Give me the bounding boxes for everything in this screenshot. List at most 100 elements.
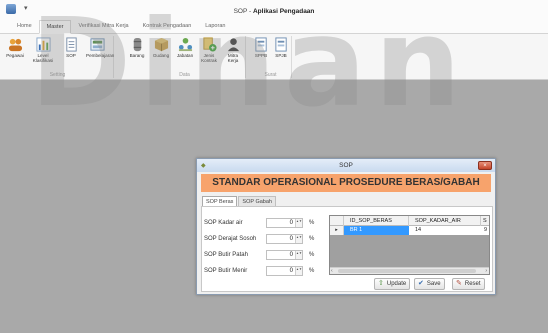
derajat-sosoh-value: 0 — [289, 236, 293, 242]
mitra-kerja-button[interactable]: Mitra Kerja — [222, 37, 244, 63]
sop-beras-panel: SOP Kadar air 0 ▲▼ % SOP Derajat Sosoh 0… — [201, 206, 493, 292]
bar-chart-icon — [35, 37, 51, 52]
setting-group-label: Setting — [49, 72, 66, 78]
derajat-sosoh-unit: % — [309, 236, 315, 242]
level-klasifikasi-label: Level Klasifikasi — [32, 53, 54, 63]
sppb-label: SPPB — [254, 53, 268, 58]
ribbon: Pegawai Level Klasifikasi SOP Pembelajar… — [0, 34, 548, 80]
window-title-app: Aplikasi Pengadaan — [252, 8, 315, 15]
save-button[interactable]: ✔ Save — [414, 278, 445, 290]
tab-home[interactable]: Home — [10, 20, 39, 34]
pegawai-label: Pegawai — [6, 53, 24, 58]
ribbon-group-setting: Pegawai Level Klasifikasi SOP Pembelajar… — [2, 36, 114, 78]
gudang-label: Gudang — [152, 53, 170, 58]
sop-button[interactable]: SOP — [60, 37, 82, 58]
tab-verifikasi-mitra-kerja[interactable]: Verifikasi Mitra Kerja — [71, 20, 135, 34]
surat-group-label: Surat — [264, 72, 277, 78]
kadar-air-stepper[interactable]: 0 ▲▼ — [266, 218, 303, 228]
tab-master[interactable]: Master — [38, 20, 72, 34]
window-title-prefix: SOP - — [233, 8, 253, 15]
sop-beras-grid[interactable]: ID_SOP_BERAS SOP_KADAR_AIR S ▸ BR 1 14 9… — [329, 215, 490, 275]
document-icon — [65, 37, 77, 52]
tab-kontrak-pengadaan[interactable]: Kontrak Pengadaan — [136, 20, 199, 34]
reset-icon: ✎ — [456, 280, 462, 287]
butir-patah-stepper[interactable]: 0 ▲▼ — [266, 250, 303, 260]
kadar-air-unit: % — [309, 220, 315, 226]
ribbon-group-surat: SPPB SPJB Surat — [250, 36, 292, 78]
level-klasifikasi-button[interactable]: Level Klasifikasi — [32, 37, 54, 63]
data-group-label: Data — [179, 72, 190, 78]
scroll-thumb[interactable] — [338, 269, 476, 273]
cell-truncated[interactable]: 9 — [481, 226, 489, 235]
spin-arrows-icon[interactable]: ▲▼ — [295, 251, 302, 259]
butir-patah-value: 0 — [289, 252, 293, 258]
spin-arrows-icon[interactable]: ▲▼ — [295, 235, 302, 243]
spjb-button[interactable]: SPJB — [270, 37, 292, 58]
form-icon — [274, 37, 287, 52]
pegawai-button[interactable]: Pegawai — [4, 37, 26, 58]
person-icon — [227, 38, 239, 52]
column-header-id-sop-beras[interactable]: ID_SOP_BERAS — [344, 216, 409, 226]
scroll-right-icon[interactable]: › — [485, 268, 487, 274]
butir-menir-value: 0 — [289, 268, 293, 274]
form-icon — [254, 37, 267, 52]
hierarchy-icon — [178, 37, 192, 52]
kadar-air-label: SOP Kadar air — [204, 220, 243, 226]
scroll-left-icon[interactable]: ‹ — [331, 268, 333, 274]
reset-label: Reset — [464, 281, 481, 287]
cell-sop-kadar-air[interactable]: 14 — [409, 226, 481, 235]
cell-id-sop-beras[interactable]: BR 1 — [344, 226, 409, 235]
spin-arrows-icon[interactable]: ▲▼ — [295, 267, 302, 275]
horizontal-scrollbar[interactable]: ‹ › — [330, 267, 489, 274]
pembelajaran-button[interactable]: Pembelajaran — [86, 37, 114, 58]
column-header-sop-kadar-air[interactable]: SOP_KADAR_AIR — [409, 216, 481, 226]
grid-header: ID_SOP_BERAS SOP_KADAR_AIR S — [330, 216, 489, 226]
update-button[interactable]: ⇧ Update — [374, 278, 411, 290]
users-icon — [8, 38, 22, 52]
jenis-kontrak-label: Jenis Kontrak — [201, 53, 217, 63]
kadar-air-row: SOP Kadar air 0 ▲▼ % — [204, 218, 320, 229]
window-title: SOP - Aplikasi Pengadaan — [0, 8, 548, 15]
warehouse-box-icon — [154, 37, 168, 52]
butir-menir-label: SOP Butir Menir — [204, 268, 248, 274]
butir-menir-unit: % — [309, 268, 315, 274]
ribbon-group-data: Barang Gudang Jabatan Jenis Kontrak Mitr… — [124, 36, 246, 78]
column-header-truncated[interactable]: S — [481, 216, 489, 226]
row-indicator-icon[interactable]: ▸ — [330, 226, 344, 235]
table-icon — [89, 38, 105, 51]
title-bar: ▾ SOP - Aplikasi Pengadaan — [0, 0, 548, 20]
mitra-kerja-label: Mitra Kerja — [227, 53, 239, 63]
barrel-icon — [133, 37, 141, 52]
dialog-title: SOP — [339, 162, 353, 169]
butir-patah-row: SOP Butir Patah 0 ▲▼ % — [204, 250, 320, 261]
close-button[interactable]: × — [478, 161, 492, 170]
save-label: Save — [426, 281, 441, 287]
sop-dialog: ◆ SOP × STANDAR OPERASIONAL PROSEDURE BE… — [196, 158, 496, 295]
dialog-title-bar[interactable]: ◆ SOP × — [197, 159, 495, 172]
tab-laporan[interactable]: Laporan — [198, 20, 232, 34]
sop-banner: STANDAR OPERASIONAL PROSEDURE BERAS/GABA… — [201, 174, 491, 192]
reset-button[interactable]: ✎ Reset — [452, 278, 485, 290]
contract-add-icon — [202, 37, 217, 52]
sop-label: SOP — [66, 53, 76, 58]
barang-button[interactable]: Barang — [126, 37, 148, 58]
grid-header-selector — [330, 216, 344, 226]
sppb-button[interactable]: SPPB — [250, 37, 272, 58]
spin-arrows-icon[interactable]: ▲▼ — [295, 219, 302, 227]
ribbon-tabs: Home Master Verifikasi Mitra Kerja Kontr… — [0, 20, 548, 34]
jabatan-button[interactable]: Jabatan — [174, 37, 196, 58]
derajat-sosoh-stepper[interactable]: 0 ▲▼ — [266, 234, 303, 244]
update-label: Update — [386, 281, 407, 287]
gudang-button[interactable]: Gudang — [150, 37, 172, 58]
barang-label: Barang — [129, 53, 145, 58]
table-row[interactable]: ▸ BR 1 14 9 — [330, 226, 489, 235]
butir-menir-stepper[interactable]: 0 ▲▼ — [266, 266, 303, 276]
kadar-air-value: 0 — [289, 220, 293, 226]
save-icon: ✔ — [418, 280, 424, 287]
butir-patah-unit: % — [309, 252, 315, 258]
derajat-sosoh-label: SOP Derajat Sosoh — [204, 236, 257, 242]
update-icon: ⇧ — [378, 280, 384, 287]
jenis-kontrak-button[interactable]: Jenis Kontrak — [198, 37, 220, 63]
butir-patah-label: SOP Butir Patah — [204, 252, 248, 258]
derajat-sosoh-row: SOP Derajat Sosoh 0 ▲▼ % — [204, 234, 320, 245]
